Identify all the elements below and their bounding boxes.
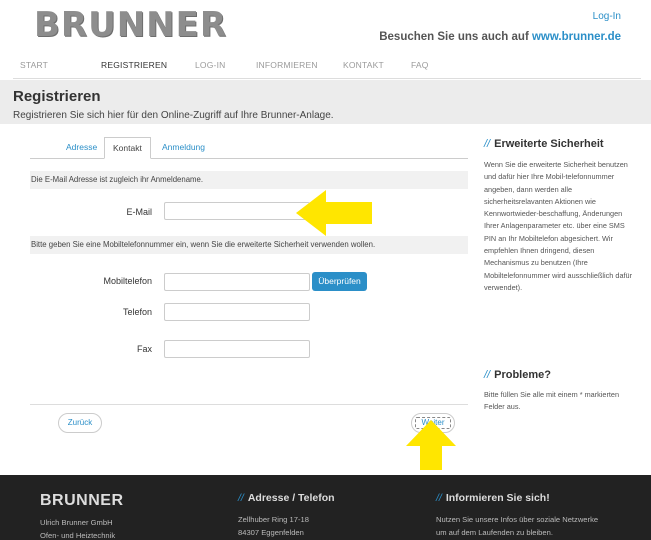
footer-address-heading-text: Adresse / Telefon [247, 492, 335, 504]
phone-field[interactable] [164, 303, 310, 321]
problems-text: Bitte füllen Sie alle mit einem * markie… [484, 390, 620, 412]
up-arrow-icon [406, 420, 456, 470]
footer-info-line2: um auf dem Laufenden zu bleiben. [436, 528, 553, 537]
page-title: Registrieren [13, 88, 101, 105]
security-text: Wenn Sie die erweiterte Sicherheit benut… [484, 160, 633, 292]
problems-heading-text: Probleme? [494, 369, 551, 381]
heading-marker: // [484, 138, 491, 150]
footer-company: Ulrich Brunner GmbH [40, 518, 113, 527]
tab-anmeldung[interactable]: Anmeldung [154, 137, 213, 159]
nav-item-kontakt[interactable]: KONTAKT [343, 60, 384, 70]
registration-form: Adresse Kontakt Anmeldung Die E-Mail Adr… [30, 137, 468, 437]
fax-field[interactable] [164, 340, 310, 358]
verify-button[interactable]: Überprüfen [312, 272, 367, 291]
nav-item-informieren[interactable]: INFORMIEREN [256, 60, 318, 70]
footer-city: 84307 Eggenfelden [238, 528, 304, 537]
tab-kontakt[interactable]: Kontakt [104, 137, 151, 159]
footer-brand: BRUNNER [40, 492, 124, 509]
security-heading-text: Erweiterte Sicherheit [494, 138, 604, 150]
page-subtitle: Registrieren Sie sich hier für den Onlin… [13, 110, 334, 121]
nav-item-start[interactable]: START [20, 60, 48, 70]
mobile-info: Bitte geben Sie eine Mobiltelefonnummer … [30, 236, 468, 254]
email-label: E-Mail [126, 207, 152, 217]
brunner-logo[interactable]: BRUNNER [34, 7, 227, 43]
phone-label: Telefon [122, 307, 152, 317]
email-info: Die E-Mail Adresse ist zugleich ihr Anme… [30, 171, 468, 189]
nav-item-faq[interactable]: FAQ [411, 60, 429, 70]
security-heading: //Erweiterte Sicherheit [484, 138, 604, 150]
footer-info-line1: Nutzen Sie unsere Infos über soziale Net… [436, 515, 599, 524]
mobile-label: Mobiltelefon [103, 276, 152, 286]
form-divider [30, 404, 468, 405]
left-arrow-icon [296, 190, 372, 236]
footer-info-heading: //Informieren Sie sich! [436, 492, 550, 504]
back-button[interactable]: Zurück [58, 413, 102, 433]
login-link[interactable]: Log-In [593, 11, 621, 22]
footer-info-heading-text: Informieren Sie sich! [445, 492, 550, 504]
heading-marker: // [436, 492, 442, 504]
nav-item-login[interactable]: LOG-IN [195, 60, 225, 70]
heading-marker: // [238, 492, 244, 504]
site-header: BRUNNER Log-In Besuchen Sie uns auch auf… [0, 0, 651, 48]
page-title-bar: Registrieren Registrieren Sie sich hier … [0, 80, 651, 124]
fax-label: Fax [136, 344, 152, 354]
email-field[interactable] [164, 202, 310, 220]
site-footer: BRUNNER Ulrich Brunner GmbH Ofen- und He… [0, 475, 651, 540]
problems-heading: //Probleme? [484, 369, 551, 381]
website-link[interactable]: www.brunner.de [532, 31, 621, 43]
header-tagline: Besuchen Sie uns auch auf www.brunner.de [379, 31, 621, 43]
mobile-field[interactable] [164, 273, 310, 291]
main-nav: START REGISTRIEREN LOG-IN INFORMIEREN KO… [13, 52, 641, 79]
footer-address-heading: //Adresse / Telefon [238, 492, 335, 504]
tab-adresse[interactable]: Adresse [58, 137, 105, 159]
nav-item-registrieren[interactable]: REGISTRIEREN [101, 60, 167, 70]
heading-marker: // [484, 369, 491, 381]
tagline-text: Besuchen Sie uns auch auf [379, 31, 532, 43]
footer-company-sub: Ofen- und Heiztechnik [40, 531, 116, 540]
footer-street: Zellhuber Ring 17-18 [238, 515, 309, 524]
form-tabs: Adresse Kontakt Anmeldung [30, 137, 468, 159]
